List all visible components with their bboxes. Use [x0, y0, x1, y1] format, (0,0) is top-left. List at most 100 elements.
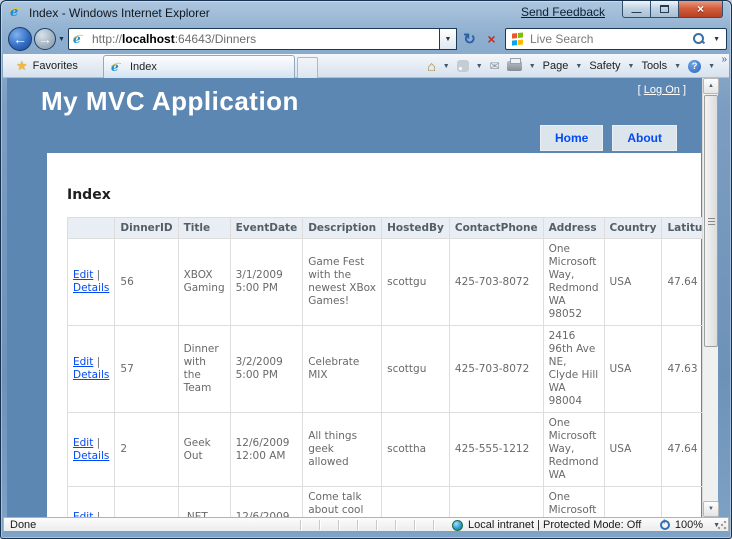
cell-dinner_id: 57 — [114, 325, 179, 413]
rss-dropdown-icon[interactable]: ▼ — [476, 63, 483, 70]
cell-actions: Edit | Details — [66, 486, 116, 517]
tab-favicon-icon: e — [111, 60, 125, 74]
close-icon: × — [696, 2, 704, 16]
print-dropdown-icon[interactable]: ▼ — [529, 63, 536, 70]
send-feedback-link[interactable]: Send Feedback — [521, 5, 605, 19]
stop-button[interactable]: × — [481, 28, 502, 50]
cell-description: Game Fest with the newest XBox Games! — [302, 238, 383, 326]
new-tab-button[interactable] — [297, 57, 318, 78]
logon-area: [ Log On ] — [637, 84, 686, 96]
cell-title: .NET Futures — [177, 486, 231, 517]
cell-country: USA — [603, 412, 663, 487]
details-link[interactable]: Details — [73, 450, 109, 462]
status-separator — [300, 520, 301, 530]
window-title: Index - Windows Internet Explorer — [29, 6, 210, 20]
close-button[interactable]: × — [678, 1, 723, 18]
status-separator — [414, 520, 415, 530]
resize-grip[interactable] — [717, 520, 727, 530]
dinners-table: DinnerID Title EventDate Description HostedB… — [66, 217, 702, 517]
cell-event_date: 3/2/2009 5:00 PM — [229, 325, 304, 413]
forward-button[interactable]: → — [34, 28, 56, 50]
address-dropdown-button[interactable]: ▼ — [440, 28, 457, 50]
nav-about-button[interactable]: About — [612, 125, 677, 151]
page-menu[interactable]: Page — [543, 60, 569, 72]
favorites-button[interactable]: ★ Favorites — [8, 56, 86, 76]
search-box[interactable]: Live Search ▼ — [505, 28, 727, 50]
minimize-button[interactable]: ×— — [622, 1, 651, 18]
cell-dinner_id: 56 — [114, 238, 179, 326]
chevron-down-icon: ▼ — [444, 35, 452, 43]
safety-menu[interactable]: Safety — [589, 60, 620, 72]
cell-description: All things geek allowed — [302, 412, 383, 487]
page-viewport: My MVC Application [ Log On ] Home About… — [7, 78, 702, 517]
cell-latitude: 47.64 — [661, 238, 702, 326]
help-dropdown-icon[interactable]: ▼ — [708, 63, 715, 70]
search-dropdown-icon[interactable]: ▼ — [713, 36, 720, 43]
column-header-address: Address — [542, 217, 605, 239]
status-separator — [319, 520, 320, 530]
vertical-scrollbar[interactable]: ▲ ▼ — [702, 78, 719, 517]
column-header-eventdate: EventDate — [229, 217, 304, 239]
cell-country: USA — [603, 325, 663, 413]
scrollbar-grip-icon — [708, 221, 715, 222]
tools-menu[interactable]: Tools — [641, 60, 667, 72]
ie-logo-icon: e — [10, 5, 19, 20]
cell-contact_phone: 425-555-1212 — [448, 412, 544, 487]
edit-link[interactable]: Edit — [73, 356, 93, 368]
cell-latitude: 47.64 — [661, 412, 702, 487]
address-bar[interactable]: e http://localhost:64643/Dinners — [68, 28, 440, 50]
overflow-chevron-icon[interactable]: » — [721, 54, 727, 65]
column-header-latitude: Latitude — [661, 217, 702, 239]
scroll-down-button[interactable]: ▼ — [703, 501, 719, 517]
tab-title: Index — [130, 61, 157, 73]
zoom-control[interactable]: 100% ▼ — [659, 517, 720, 531]
security-zone: Local intranet | Protected Mode: Off — [452, 519, 641, 531]
back-button[interactable]: ← — [8, 27, 32, 51]
cell-actions: Edit | Details — [66, 325, 116, 413]
help-icon[interactable]: ? — [688, 59, 702, 73]
url-text: http://localhost:64643/Dinners — [92, 32, 257, 46]
history-dropdown-icon[interactable]: ▼ — [58, 36, 65, 43]
tab-index[interactable]: e Index — [103, 55, 295, 78]
home-dropdown-icon[interactable]: ▼ — [443, 63, 450, 70]
cell-address: One Microsoft Way, Redmond WA 98052 — [542, 238, 605, 326]
cell-dinner_id: 2 — [114, 412, 179, 487]
column-header-contactphone: ContactPhone — [448, 217, 544, 239]
forward-icon: → — [38, 31, 52, 47]
cell-actions: Edit | Details — [66, 412, 116, 487]
table-header-row: DinnerID Title EventDate Description HostedB… — [66, 217, 702, 239]
scrollbar-thumb[interactable] — [704, 95, 718, 347]
status-bar: Done Local intranet | Protected Mode: Of… — [3, 517, 729, 532]
browser-window: e Index - Windows Internet Explorer Send… — [0, 0, 732, 539]
refresh-button[interactable]: ↻ — [459, 28, 480, 50]
maximize-button[interactable] — [651, 1, 678, 18]
scroll-up-icon: ▲ — [708, 83, 714, 89]
stop-icon: × — [487, 31, 496, 47]
edit-link[interactable]: Edit — [73, 269, 93, 281]
details-link[interactable]: Details — [73, 369, 109, 381]
logon-link[interactable]: Log On — [644, 84, 680, 96]
search-icon[interactable] — [693, 33, 705, 45]
maximize-icon — [660, 5, 669, 13]
column-header-title: Title — [177, 217, 231, 239]
cell-description: Come talk about cool things coming with … — [302, 486, 383, 517]
tab-bar: ★ Favorites e Index ⌂ ▼ ▼ ✉ ▼ Page ▼ Saf… — [3, 54, 729, 78]
home-icon[interactable]: ⌂ — [427, 59, 435, 73]
mail-icon[interactable]: ✉ — [490, 59, 500, 73]
column-header-country: Country — [603, 217, 663, 239]
printer-icon[interactable] — [506, 58, 522, 71]
cell-dinner_id: 1 — [114, 486, 179, 517]
table-body: Edit | Details 56 XBOX Gaming 3/1/2009 5:00… — [66, 238, 702, 517]
cell-description: Celebrate MIX — [302, 325, 383, 413]
navigation-bar: ← → ▼ e http://localhost:64643/Dinners ▼… — [1, 24, 731, 54]
details-link[interactable]: Details — [73, 282, 109, 294]
edit-link[interactable]: Edit — [73, 437, 93, 449]
scroll-up-button[interactable]: ▲ — [703, 78, 719, 94]
star-icon: ★ — [16, 58, 28, 73]
refresh-icon: ↻ — [463, 31, 476, 48]
nav-home-button[interactable]: Home — [540, 125, 604, 151]
status-text: Done — [10, 519, 37, 531]
rss-feed-icon[interactable] — [456, 60, 469, 72]
content-area: Index DinnerID Title EventDate Description H… — [47, 153, 702, 517]
table-row: Edit | Details1.NET Futures12/6/2009 5:0… — [66, 486, 702, 517]
